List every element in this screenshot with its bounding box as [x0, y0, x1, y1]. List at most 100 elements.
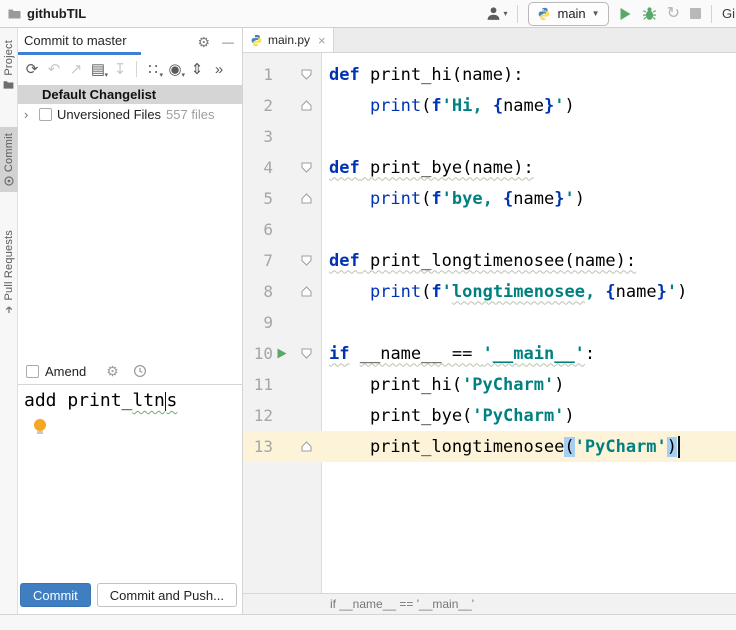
commit-button[interactable]: Commit: [20, 583, 91, 607]
code-line-4[interactable]: 4 def print_bye(name):: [243, 152, 736, 183]
code-text: print(f'longtimenosee, {name}'): [329, 281, 688, 302]
code-line-13[interactable]: 13 print_longtimenosee('PyCharm'): [243, 431, 736, 462]
code-line-9[interactable]: 9: [243, 307, 736, 338]
chevron-down-icon: ▾: [159, 71, 163, 79]
code-text: print_bye('PyCharm'): [329, 405, 575, 426]
commit-icon: [3, 176, 14, 186]
code-line-7[interactable]: 7 def print_longtimenosee(name):: [243, 245, 736, 276]
commit-message-text: add print_ltns: [24, 390, 178, 411]
code-line-12[interactable]: 12 print_bye('PyCharm'): [243, 400, 736, 431]
intention-bulb-icon[interactable]: [34, 419, 46, 434]
python-icon: [539, 7, 550, 20]
chevron-down-icon: ▾: [104, 71, 108, 79]
code-text: print_longtimenosee('PyCharm'): [321, 435, 736, 458]
changelist-row[interactable]: Default Changelist: [18, 85, 242, 104]
rollback-icon: ↶: [47, 60, 61, 78]
code-text: print(f'Hi, {name}'): [329, 95, 575, 116]
combo-arrow-icon: ▼: [591, 9, 600, 18]
expand-collapse-icon[interactable]: ⇕: [187, 62, 207, 77]
code-line-10[interactable]: 10 if __name__ == '__main__':: [243, 338, 736, 369]
tab-label: main.py: [268, 33, 311, 47]
expand-chevron-icon[interactable]: ›: [24, 107, 34, 122]
sidebar-item-pull-requests[interactable]: Pull Requests: [0, 224, 18, 320]
panel-minimize-icon[interactable]: —: [222, 36, 234, 48]
folder-icon: [3, 80, 14, 89]
unversioned-files-row[interactable]: › Unversioned Files 557 files: [18, 104, 242, 124]
code-line-8[interactable]: 8 print(f'longtimenosee, {name}'): [243, 276, 736, 307]
tab-close-icon[interactable]: ×: [318, 33, 326, 48]
sidebar-item-project[interactable]: Project: [0, 34, 18, 95]
project-stripe-label: Project: [2, 40, 15, 76]
stop-button: [690, 8, 701, 19]
editor-area: main.py × 1 def print_hi(name): 2 print(f'…: [243, 28, 736, 614]
breadcrumb: if __name__ == '__main__': [243, 593, 736, 614]
fold-start-icon[interactable]: [301, 162, 312, 173]
group-by-icon[interactable]: ∷ ▾: [143, 62, 163, 79]
code-editor[interactable]: 1 def print_hi(name): 2 print(f'Hi, {name}…: [243, 53, 736, 593]
code-text: def print_longtimenosee(name):: [329, 250, 637, 271]
project-name: githubTIL: [27, 6, 87, 21]
code-text: print_hi('PyCharm'): [329, 374, 565, 395]
pycharm-window: githubTIL ▾ main ▼ ↻ Gi Project Commit P…: [0, 0, 736, 630]
commit-panel-title[interactable]: Commit to master: [18, 28, 141, 55]
code-line-2[interactable]: 2 print(f'Hi, {name}'): [243, 90, 736, 121]
amend-checkbox[interactable]: [26, 364, 39, 378]
commit-actions: Commit Commit and Push...: [18, 580, 242, 614]
line-number: 2: [263, 96, 273, 115]
project-folder-icon: [8, 9, 21, 19]
commit-options-gear-icon[interactable]: ⚙: [106, 363, 119, 380]
code-line-5[interactable]: 5 print(f'bye, {name}'): [243, 183, 736, 214]
chevron-down-icon: ▾: [181, 71, 185, 79]
line-number: 5: [263, 189, 273, 208]
fold-end-icon[interactable]: [301, 286, 312, 297]
changes-tree-empty-space: [18, 124, 242, 358]
fold-start-icon[interactable]: [301, 348, 312, 359]
commit-and-push-button[interactable]: Commit and Push...: [96, 583, 237, 607]
show-options-icon[interactable]: ◉ ▾: [165, 62, 185, 79]
editor-tab-bar: main.py ×: [243, 28, 736, 53]
tab-main-py[interactable]: main.py ×: [243, 28, 334, 52]
fold-start-icon[interactable]: [301, 69, 312, 80]
editor-caret: [678, 435, 680, 458]
tool-window-stripe: Project Commit Pull Requests: [0, 28, 18, 614]
commit-history-clock-icon[interactable]: [133, 364, 147, 378]
debug-button[interactable]: [642, 6, 657, 21]
code-line-6[interactable]: 6: [243, 214, 736, 245]
changelist-icon[interactable]: ▤ ▾: [88, 62, 108, 79]
user-account-button[interactable]: ▾: [486, 6, 507, 21]
panel-settings-gear-icon[interactable]: ⚙: [197, 35, 210, 49]
code-text: def print_bye(name):: [329, 157, 534, 178]
line-number: 13: [253, 437, 273, 456]
code-line-11[interactable]: 11 print_hi('PyCharm'): [243, 369, 736, 400]
breadcrumb-item[interactable]: if __name__ == '__main__': [330, 597, 474, 611]
fold-end-icon[interactable]: [301, 441, 312, 452]
run-configuration-select[interactable]: main ▼: [528, 1, 609, 26]
fold-start-icon[interactable]: [301, 255, 312, 266]
status-bar: [0, 614, 736, 630]
commit-panel-toolbar: ⟳ ↶ ↗ ▤ ▾ ↧ ∷ ▾ ◉ ▾ ⇕»: [18, 55, 242, 83]
line-number: 6: [263, 220, 273, 239]
user-icon: [488, 7, 500, 20]
run-configuration-label: main: [557, 6, 586, 21]
rerun-coverage-icon: ↻: [666, 4, 680, 22]
pull-request-icon: [5, 306, 12, 314]
code-text: if __name__ == '__main__':: [329, 343, 596, 364]
fold-end-icon[interactable]: [301, 100, 312, 111]
refresh-icon[interactable]: ⟳: [22, 62, 42, 77]
python-file-icon: [251, 34, 262, 46]
run-button[interactable]: [619, 7, 632, 21]
title-bar: githubTIL ▾ main ▼ ↻ Gi: [0, 0, 736, 28]
unversioned-files-checkbox[interactable]: [39, 107, 52, 121]
code-line-3[interactable]: 3: [243, 121, 736, 152]
amend-label: Amend: [45, 363, 87, 379]
amend-row: Amend ⚙: [18, 358, 242, 384]
sidebar-item-commit[interactable]: Commit: [0, 126, 18, 192]
fold-end-icon[interactable]: [301, 193, 312, 204]
line-number: 9: [263, 313, 273, 332]
more-icon[interactable]: »: [209, 62, 229, 77]
unversioned-files-count: 557 files: [166, 106, 215, 122]
commit-message-input[interactable]: add print_ltns: [18, 384, 242, 580]
code-line-1[interactable]: 1 def print_hi(name):: [243, 59, 736, 90]
run-line-icon[interactable]: [277, 348, 287, 359]
unversioned-files-label: Unversioned Files: [57, 106, 162, 122]
